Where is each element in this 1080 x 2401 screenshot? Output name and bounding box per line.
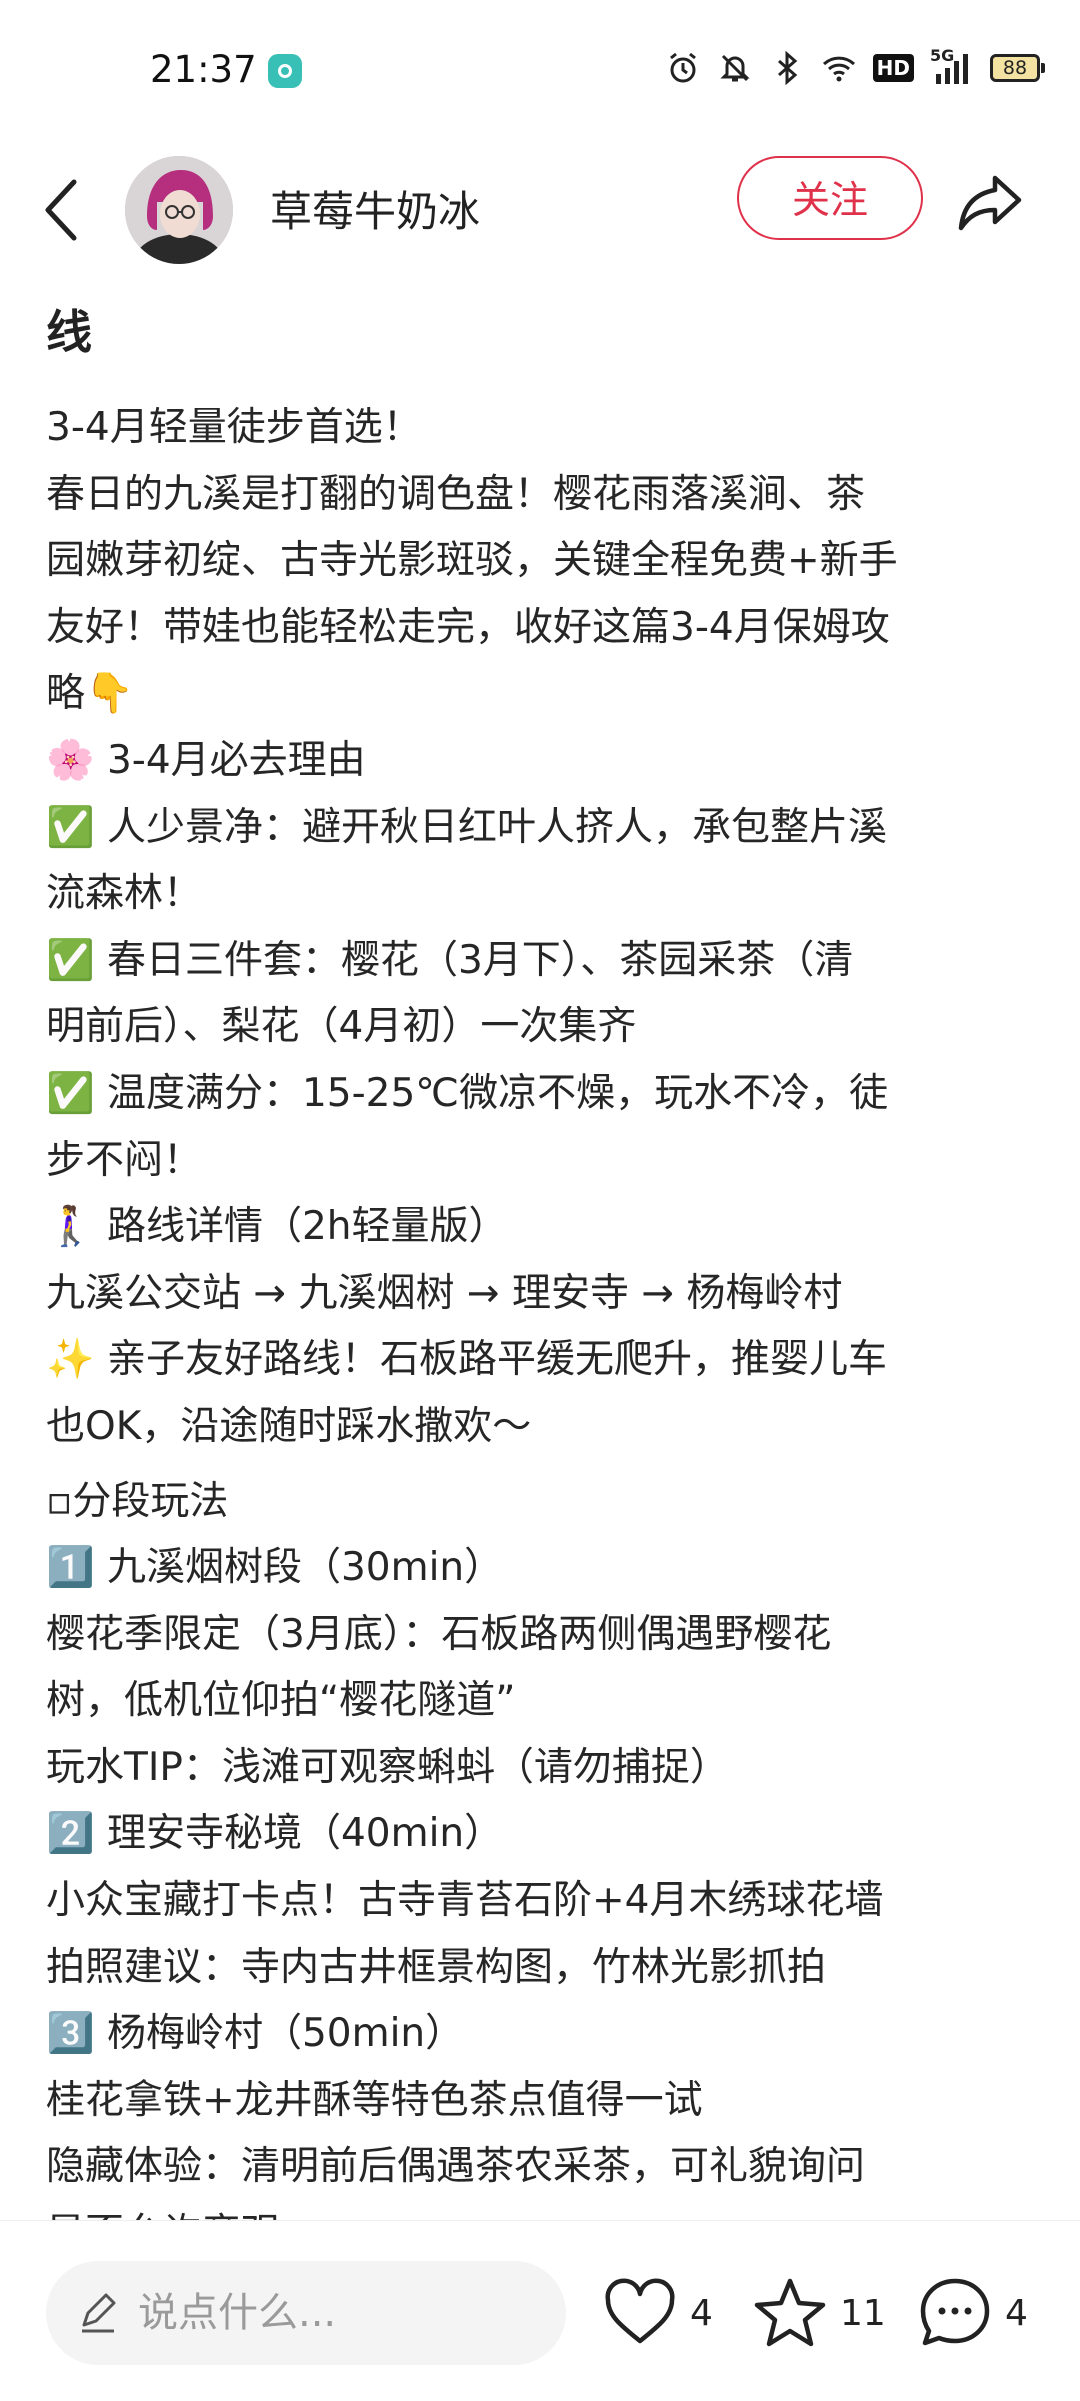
collect-count: 11 [840, 2292, 886, 2334]
app-notification-icon [268, 54, 302, 88]
note-line: ✅ 春日三件套：樱花（3月下）、茶园采茶（清 [46, 937, 854, 983]
note-header: 草莓牛奶冰 关注 [0, 140, 1080, 280]
back-button[interactable] [36, 170, 86, 250]
bottom-action-bar: 说点什么... 4 11 4 [0, 2220, 1080, 2401]
note-line: 小众宝藏打卡点！古寺青苔石阶+4月木绣球花墙 [46, 1878, 884, 1924]
note-line: 春日的九溪是打翻的调色盘！樱花雨落溪涧、茶 [46, 471, 866, 517]
comment-count: 4 [1005, 2292, 1028, 2334]
note-line: 玩水TIP：浅滩可观察蝌蚪（请勿捕捉） [46, 1744, 729, 1790]
note-line: 友好！带娃也能轻松走完，收好这篇3-4月保姆攻 [46, 604, 890, 650]
collect-button[interactable]: 11 [750, 2271, 886, 2355]
battery-icon: 88 [990, 54, 1045, 82]
comment-button[interactable]: 4 [915, 2271, 1028, 2355]
note-title-visible: 线 [46, 305, 92, 359]
like-button[interactable]: 4 [600, 2271, 713, 2355]
comment-input[interactable]: 说点什么... [46, 2261, 566, 2365]
wifi-icon [822, 56, 855, 82]
signal-icon: 5G [930, 46, 974, 86]
note-line: 九溪公交站 → 九溪烟树 → 理安寺 → 杨梅岭村 [46, 1270, 843, 1316]
bluetooth-icon [777, 50, 797, 86]
note-line: 3️⃣ 杨梅岭村（50min） [46, 2011, 465, 2057]
note-line: 🚶‍♀️ 路线详情（2h轻量版） [46, 1204, 508, 1250]
status-time: 21:37 [150, 48, 257, 91]
status-bar: 21:37 HD 5G 88 [0, 0, 1080, 140]
follow-button[interactable]: 关注 [737, 156, 923, 240]
note-line: 略👇 [46, 671, 134, 717]
note-line: 流森林！ [46, 871, 203, 917]
note-line: ✨ 亲子友好路线！石板路平缓无爬升，推婴儿车 [46, 1337, 887, 1383]
note-title: 线 [46, 280, 1046, 365]
mute-icon [720, 54, 750, 82]
hd-icon: HD [872, 54, 914, 82]
comment-icon [920, 2278, 990, 2346]
note-line: 桂花拿铁+龙井酥等特色茶点值得一试 [46, 2077, 703, 2123]
note-line: 园嫩芽初绽、古寺光影斑驳，关键全程免费+新手 [46, 538, 898, 584]
star-icon [754, 2278, 826, 2347]
pencil-icon [82, 2293, 116, 2333]
heart-icon [605, 2278, 675, 2344]
share-icon[interactable] [955, 166, 1027, 238]
note-line: ✅ 人少景净：避开秋日红叶人挤人，承包整片溪 [46, 804, 887, 850]
note-line: 1️⃣ 九溪烟树段（30min） [46, 1545, 504, 1591]
note-content: 线 3-4月轻量徒步首选！ 春日的九溪是打翻的调色盘！樱花雨落溪涧、茶 园嫩芽初绽、… [0, 280, 1080, 2220]
note-line: 隐藏体验：清明前后偶遇茶农采茶，可礼貌询问 [46, 2144, 866, 2190]
author-avatar[interactable] [125, 156, 233, 264]
like-count: 4 [690, 2292, 713, 2334]
status-icons: HD 5G 88 [665, 46, 1045, 90]
note-line: ▫分段玩法 [46, 1478, 229, 1524]
note-line: 3-4月轻量徒步首选！ [46, 405, 422, 450]
note-line: 也OK，沿途随时踩水撒欢～ [46, 1403, 532, 1449]
note-line: 是否允许旁观 [46, 2201, 1046, 2220]
note-line: 树，低机位仰拍“樱花隧道” [46, 1678, 516, 1724]
note-line: 樱花季限定（3月底）：石板路两侧偶遇野樱花 [46, 1611, 832, 1657]
alarm-icon [669, 52, 696, 83]
note-line: 明前后）、梨花（4月初）一次集齐 [46, 1004, 637, 1050]
author-name[interactable]: 草莓牛奶冰 [270, 178, 480, 239]
note-line: 🌸 3-4月必去理由 [46, 737, 366, 783]
note-line: 步不闷！ [46, 1137, 203, 1183]
note-line: ✅ 温度满分：15-25℃微凉不燥，玩水不冷，徒 [46, 1070, 889, 1116]
comment-placeholder: 说点什么... [138, 2290, 337, 2336]
note-body: 3-4月轻量徒步首选！ 春日的九溪是打翻的调色盘！樱花雨落溪涧、茶 园嫩芽初绽、古寺… [46, 395, 1046, 2220]
note-line: 2️⃣ 理安寺秘境（40min） [46, 1811, 504, 1857]
note-line: 拍照建议：寺内古井框景构图，竹林光影抓拍 [46, 1944, 827, 1990]
